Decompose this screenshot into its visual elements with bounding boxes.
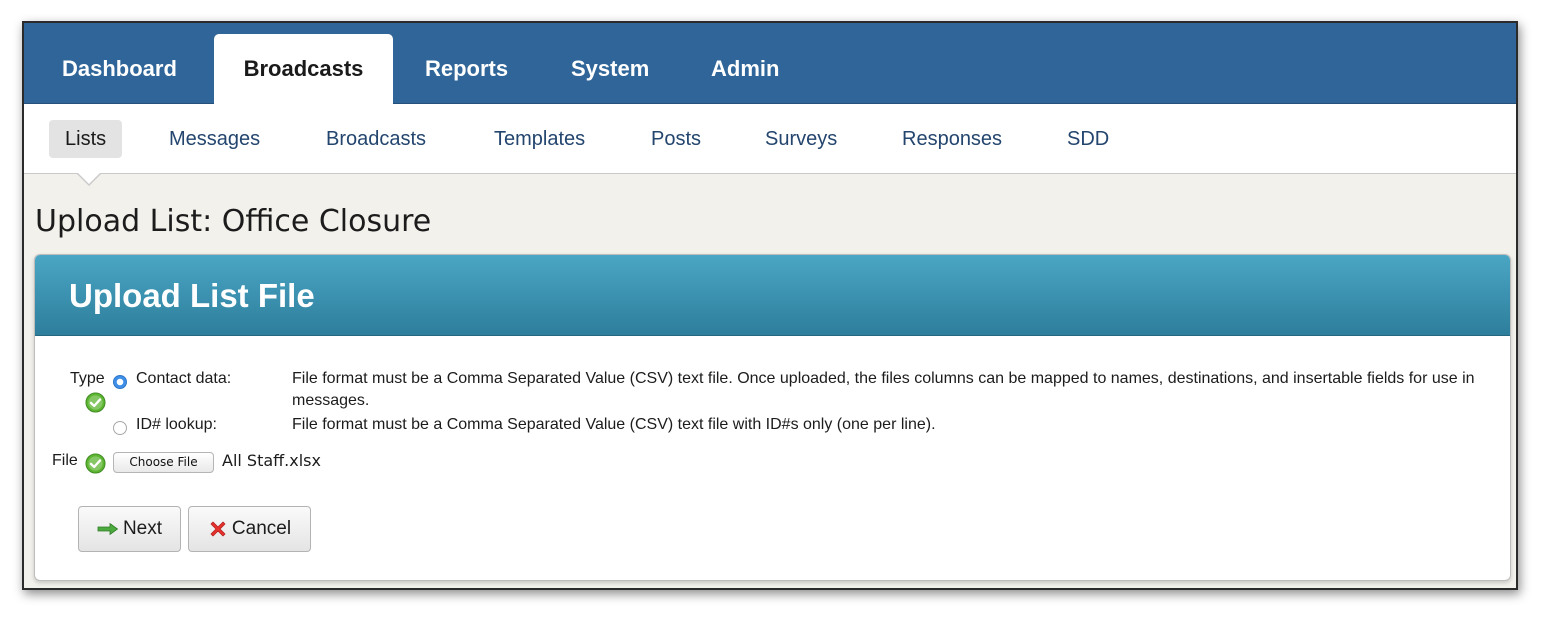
next-button-label: Next — [122, 518, 163, 539]
file-label: File — [52, 452, 78, 469]
subnav-item-lists[interactable]: Lists — [49, 120, 123, 158]
check-circle-icon — [85, 453, 106, 474]
arrow-right-icon — [97, 522, 119, 536]
page-title: Upload List: Office Closure — [35, 204, 432, 239]
tab-system[interactable]: System — [571, 23, 649, 104]
x-mark-icon — [210, 521, 226, 537]
choose-file-button[interactable]: Choose File — [113, 452, 214, 473]
top-nav: Dashboard Broadcasts Reports System Admi… — [24, 23, 1516, 105]
subnav-item-templates[interactable]: Templates — [494, 120, 585, 158]
subnav-item-sdd[interactable]: SDD — [1067, 120, 1109, 158]
contact-data-radio[interactable] — [113, 375, 127, 389]
tab-reports[interactable]: Reports — [425, 23, 508, 104]
id-lookup-label: ID# lookup: — [136, 416, 217, 433]
subnav-item-surveys[interactable]: Surveys — [765, 120, 837, 158]
app-window: Dashboard Broadcasts Reports System Admi… — [22, 21, 1518, 590]
check-circle-icon — [85, 392, 106, 413]
subnav-item-posts[interactable]: Posts — [651, 120, 701, 158]
panel-header: Upload List File — [35, 255, 1510, 336]
sub-nav: Lists Messages Broadcasts Templates Post… — [24, 104, 1516, 174]
cancel-button-label: Cancel — [231, 518, 292, 539]
subnav-item-responses[interactable]: Responses — [902, 120, 1002, 158]
tab-dashboard[interactable]: Dashboard — [62, 23, 177, 104]
id-lookup-radio[interactable] — [113, 421, 127, 435]
tab-broadcasts[interactable]: Broadcasts — [214, 34, 393, 105]
upload-panel: Upload List File Type Contact data: File… — [34, 254, 1511, 581]
subnav-item-messages[interactable]: Messages — [169, 120, 260, 158]
active-item-pointer — [76, 172, 102, 186]
panel-title: Upload List File — [69, 277, 315, 314]
contact-data-label: Contact data: — [136, 370, 232, 387]
contact-data-description: File format must be a Comma Separated Va… — [292, 370, 1475, 409]
subnav-item-broadcasts[interactable]: Broadcasts — [326, 120, 426, 158]
id-lookup-description: File format must be a Comma Separated Va… — [292, 416, 936, 433]
next-button[interactable]: Next — [78, 506, 181, 552]
cancel-button[interactable]: Cancel — [188, 506, 311, 552]
selected-file-name: All Staff.xlsx — [222, 451, 321, 470]
type-label: Type — [70, 370, 105, 387]
tab-admin[interactable]: Admin — [711, 23, 779, 104]
